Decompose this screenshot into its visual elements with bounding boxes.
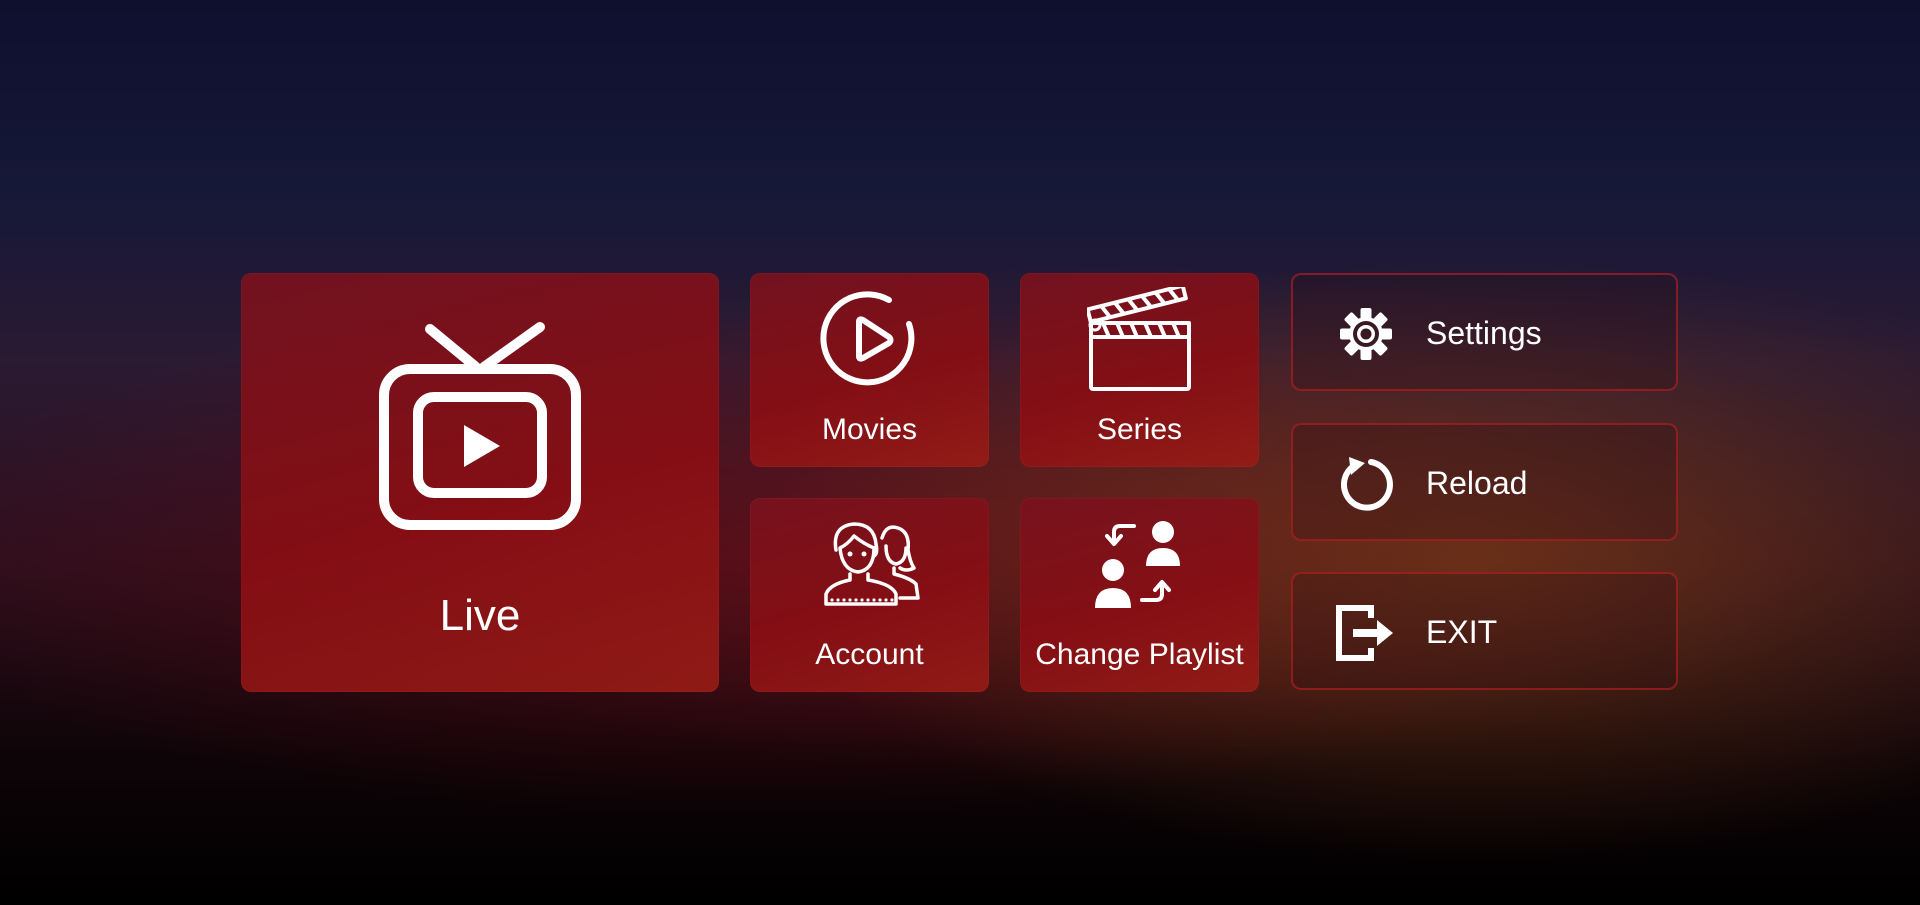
gear-icon xyxy=(1340,308,1392,360)
change-playlist-label: Change Playlist xyxy=(1035,638,1244,671)
live-label: Live xyxy=(439,591,521,640)
account-tile[interactable]: Account xyxy=(750,498,989,692)
live-tile[interactable]: Live xyxy=(241,273,719,692)
tv-play-icon xyxy=(379,322,581,530)
series-label: Series xyxy=(1096,413,1183,446)
settings-button[interactable]: Settings xyxy=(1291,273,1678,391)
series-tile[interactable]: Series xyxy=(1020,273,1259,467)
users-icon xyxy=(824,522,920,606)
change-playlist-tile[interactable]: Change Playlist xyxy=(1020,498,1259,692)
clapperboard-icon xyxy=(1087,287,1191,391)
play-circle-icon xyxy=(820,291,915,386)
account-label: Account xyxy=(815,638,924,671)
reload-icon xyxy=(1340,457,1393,511)
reload-label: Reload xyxy=(1426,465,1528,501)
swap-users-icon xyxy=(1095,521,1180,608)
movies-tile[interactable]: Movies xyxy=(750,273,989,467)
exit-icon xyxy=(1336,605,1393,661)
exit-label: EXIT xyxy=(1426,614,1498,650)
exit-button[interactable]: EXIT xyxy=(1291,572,1678,690)
reload-button[interactable]: Reload xyxy=(1291,423,1678,541)
movies-label: Movies xyxy=(821,413,918,446)
settings-label: Settings xyxy=(1426,315,1542,351)
